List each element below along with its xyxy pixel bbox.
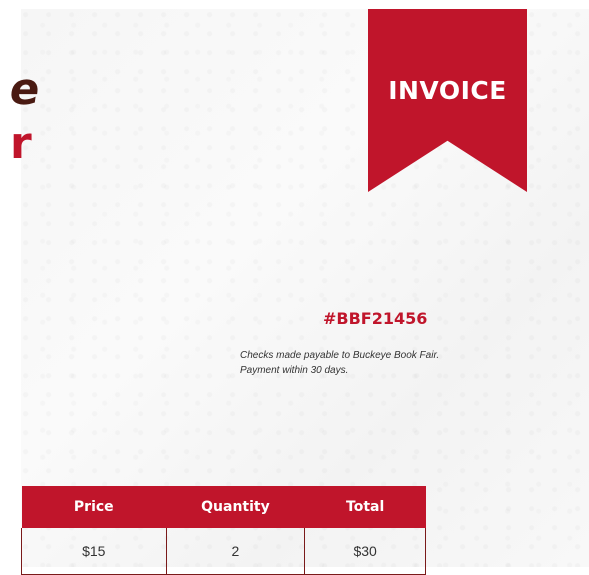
payment-note: Checks made payable to Buckeye Book Fair… (240, 350, 440, 376)
cell-quantity: 2 (165, 528, 306, 575)
invoice-number: #BBF21456 (323, 309, 428, 328)
brand-title-line-2: r (10, 118, 32, 169)
column-header-quantity: Quantity (166, 486, 305, 528)
invoice-ribbon-label: INVOICE (388, 76, 507, 105)
line-items-table: Price Quantity Total $15 2 $30 (21, 486, 426, 575)
cell-total: $30 (304, 528, 426, 575)
table-header-row: Price Quantity Total (21, 486, 426, 528)
column-header-price: Price (21, 486, 167, 528)
brand-title-line-1: e (6, 64, 44, 115)
column-header-total: Total (304, 486, 426, 528)
cell-price: $15 (21, 528, 167, 575)
table-row: $15 2 $30 (21, 528, 426, 575)
